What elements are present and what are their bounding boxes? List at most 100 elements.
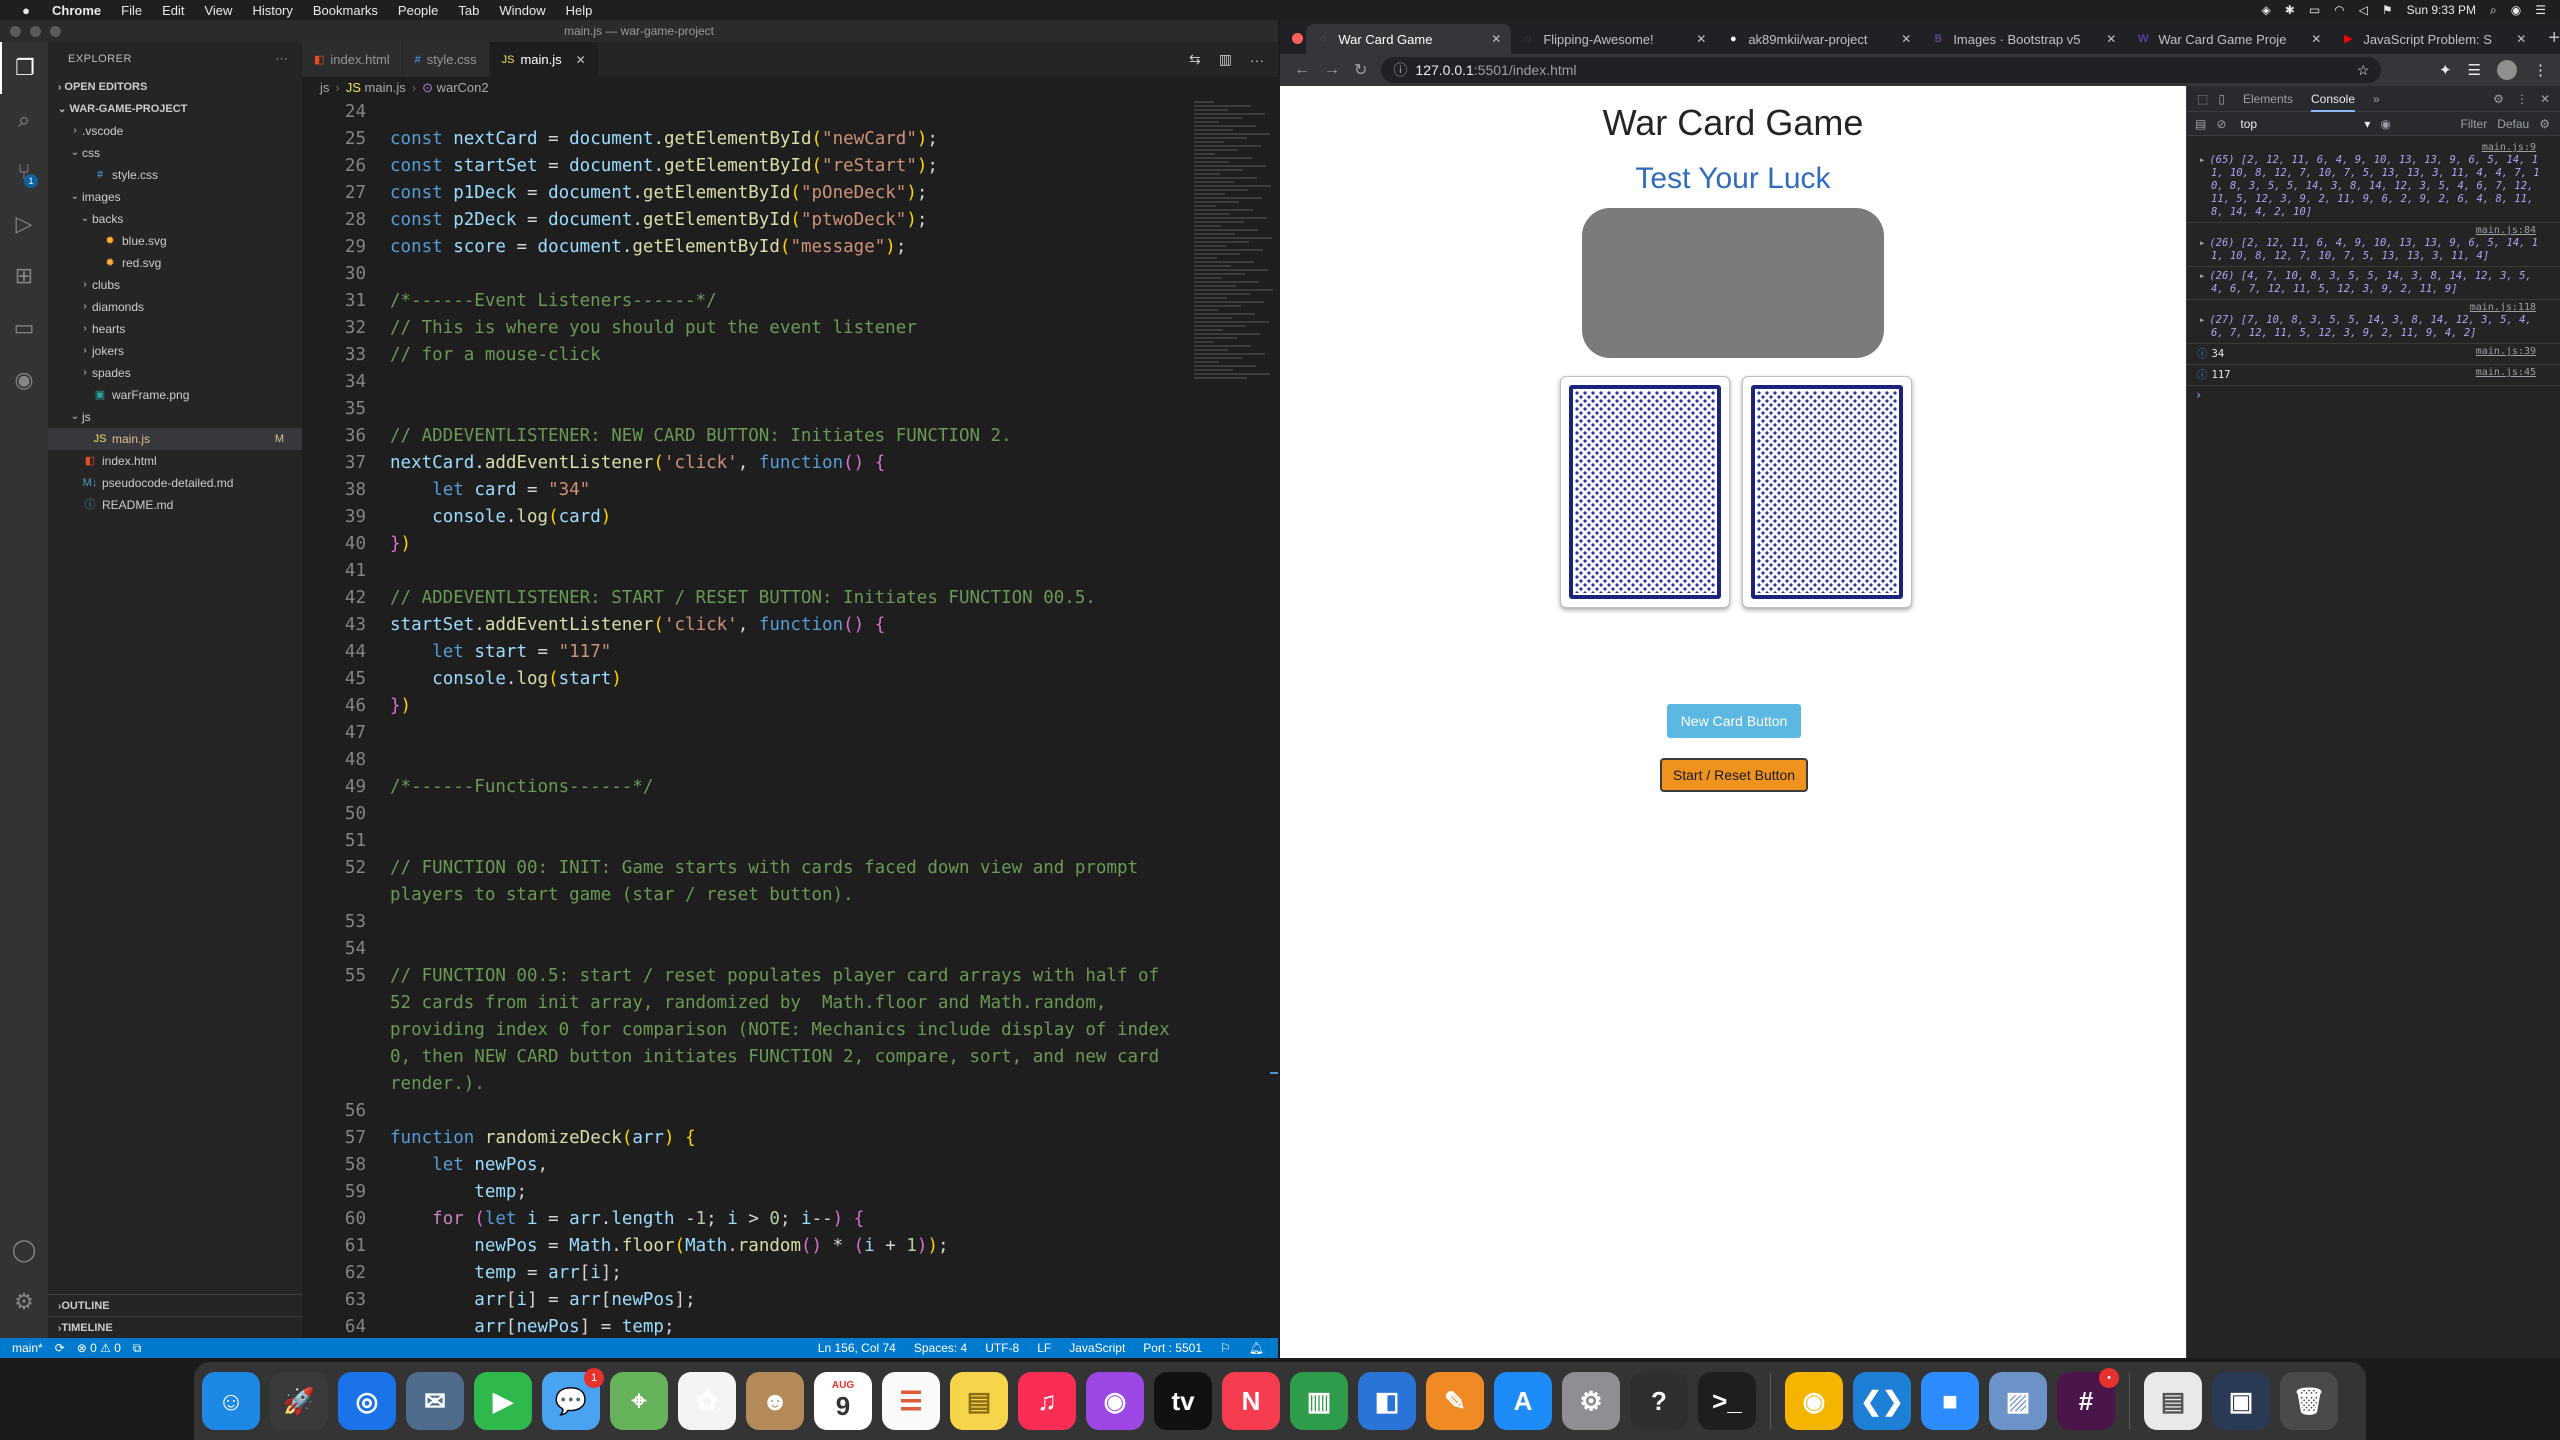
- system-preferences-icon[interactable]: ⚙: [1562, 1372, 1620, 1430]
- news-icon[interactable]: N: [1222, 1372, 1280, 1430]
- account-icon[interactable]: ◯: [0, 1224, 48, 1276]
- manage-gear-icon[interactable]: ⚙: [0, 1276, 48, 1328]
- sync-icon[interactable]: ⟳: [55, 1341, 65, 1355]
- close-tab-icon[interactable]: ✕: [2311, 32, 2321, 46]
- more-actions-icon[interactable]: ···: [276, 42, 289, 76]
- tab-style-css[interactable]: # style.css: [402, 42, 490, 77]
- code-line[interactable]: 35: [302, 396, 1192, 423]
- facetime-icon[interactable]: ▶: [474, 1372, 532, 1430]
- folder-item[interactable]: ⌄ images: [48, 186, 302, 208]
- numbers-icon[interactable]: ▥: [1290, 1372, 1348, 1430]
- folder-item[interactable]: › diamonds: [48, 296, 302, 318]
- devtools-settings-gear-icon[interactable]: ⚙: [2493, 92, 2504, 106]
- spotify-icon[interactable]: ◉: [0, 354, 48, 406]
- menu-history[interactable]: History: [252, 3, 292, 18]
- battery-icon[interactable]: ▭: [2309, 3, 2320, 17]
- code-editor[interactable]: 24 25 const nextCard = document.getElement…: [302, 99, 1192, 1338]
- code-line[interactable]: 51: [302, 828, 1192, 855]
- code-line[interactable]: 36 // ADDEVENTLISTENER: NEW CARD BUTTON: …: [302, 423, 1192, 450]
- folder-item[interactable]: ⌄ css: [48, 142, 302, 164]
- console-filter-input[interactable]: Filter: [2461, 117, 2488, 131]
- code-line[interactable]: 63 arr[i] = arr[newPos];: [302, 1287, 1192, 1314]
- zoom-icon[interactable]: ■: [1921, 1372, 1979, 1430]
- code-line[interactable]: 42 // ADDEVENTLISTENER: START / RESET BUT…: [302, 585, 1192, 612]
- open-editors-section[interactable]: › OPEN EDITORS: [48, 76, 302, 98]
- tab-elements[interactable]: Elements: [2243, 86, 2293, 112]
- browser-tab[interactable]: B Images · Bootstrap v5 ✕: [1921, 24, 2126, 54]
- source-link[interactable]: main.js:9: [2482, 142, 2536, 153]
- preview-icon[interactable]: ▨: [1989, 1372, 2047, 1430]
- code-line[interactable]: 39 console.log(card): [302, 504, 1192, 531]
- git-branch[interactable]: main*: [12, 1341, 43, 1355]
- profile-avatar[interactable]: [2497, 60, 2517, 80]
- chrome-menu-icon[interactable]: ⋮: [2533, 61, 2548, 79]
- code-line[interactable]: 28 const p2Deck = document.getElementById…: [302, 207, 1192, 234]
- close-tab-icon[interactable]: ✕: [1491, 32, 1501, 46]
- feedback-icon[interactable]: ⚐: [1220, 1341, 1231, 1355]
- code-line[interactable]: 38 let card = "34": [302, 477, 1192, 504]
- folder-item[interactable]: › jokers: [48, 340, 302, 362]
- file-item[interactable]: ✹ red.svg: [48, 252, 302, 274]
- breadcrumb-file[interactable]: main.js: [365, 80, 406, 95]
- search-icon[interactable]: ⌕: [0, 94, 48, 146]
- file-item[interactable]: M↓ pseudocode-detailed.md: [48, 472, 302, 494]
- code-line[interactable]: 27 const p1Deck = document.getElementById…: [302, 180, 1192, 207]
- menu-app-name[interactable]: Chrome: [52, 3, 101, 18]
- code-line[interactable]: 54: [302, 936, 1192, 963]
- browser-tab[interactable]: ◌ War Card Game ✕: [1306, 24, 1512, 54]
- code-line[interactable]: 43 startSet.addEventListener('click', fun…: [302, 612, 1192, 639]
- reading-list-icon[interactable]: ☰: [2468, 61, 2481, 79]
- file-item[interactable]: ▣ warFrame.png: [48, 384, 302, 406]
- encoding[interactable]: UTF-8: [985, 1341, 1019, 1355]
- expand-triangle-icon[interactable]: ▸: [2199, 237, 2205, 249]
- info-icon[interactable]: ⓘ: [1393, 60, 1407, 80]
- menu-window[interactable]: Window: [499, 3, 545, 18]
- podcasts-icon[interactable]: ◉: [1086, 1372, 1144, 1430]
- split-editor-icon[interactable]: ▥: [1219, 51, 1232, 68]
- run-debug-icon[interactable]: ▷: [0, 198, 48, 250]
- flag-icon[interactable]: ⚑: [2382, 3, 2393, 17]
- slack-icon[interactable]: # •: [2057, 1368, 2119, 1430]
- code-line[interactable]: 58 let newPos,: [302, 1152, 1192, 1179]
- file-item[interactable]: JS main.js M: [48, 428, 302, 450]
- zoom-window-button[interactable]: [50, 26, 61, 37]
- doc-stack-icon[interactable]: ▤: [2144, 1372, 2202, 1430]
- console-message[interactable]: ▸ (26) [4, 7, 10, 8, 3, 5, 5, 14, 3, 8, 1…: [2187, 267, 2560, 300]
- console-prompt[interactable]: ›: [2187, 386, 2560, 404]
- control-center-icon[interactable]: ☰: [2535, 3, 2546, 17]
- timeline-section[interactable]: ›TIMELINE: [48, 1316, 302, 1338]
- folder-item[interactable]: › hearts: [48, 318, 302, 340]
- menu-clock[interactable]: Sun 9:33 PM: [2407, 3, 2476, 17]
- code-line[interactable]: 26 const startSet = document.getElementBy…: [302, 153, 1192, 180]
- expand-triangle-icon[interactable]: ▸: [2199, 154, 2205, 166]
- code-line[interactable]: 64 arr[newPos] = temp;: [302, 1314, 1192, 1338]
- code-line[interactable]: 24: [302, 99, 1192, 126]
- code-line[interactable]: 41: [302, 558, 1192, 585]
- cursor-position[interactable]: Ln 156, Col 74: [818, 1341, 896, 1355]
- code-line[interactable]: 49 /*------Functions------*/: [302, 774, 1192, 801]
- tv-icon[interactable]: tv: [1154, 1372, 1212, 1430]
- back-arrow-icon[interactable]: ←: [1294, 61, 1310, 79]
- code-line[interactable]: 47: [302, 720, 1192, 747]
- trash-icon[interactable]: 🗑: [2280, 1372, 2338, 1430]
- tab-console[interactable]: Console: [2310, 86, 2356, 112]
- code-line[interactable]: 52 // FUNCTION 00: INIT: Game starts with…: [302, 855, 1192, 909]
- folder-item[interactable]: › spades: [48, 362, 302, 384]
- log-levels-dropdown[interactable]: Defau: [2497, 117, 2529, 131]
- devtools-close-icon[interactable]: ✕: [2540, 92, 2550, 106]
- menu-tab[interactable]: Tab: [458, 3, 479, 18]
- code-line[interactable]: 33 // for a mouse-click: [302, 342, 1192, 369]
- outline-section[interactable]: ›OUTLINE: [48, 1294, 302, 1316]
- compare-changes-icon[interactable]: ⇆: [1189, 51, 1201, 68]
- close-tab-icon[interactable]: ✕: [576, 53, 586, 67]
- menu-file[interactable]: File: [121, 3, 142, 18]
- code-line[interactable]: 29 const score = document.getElementById(…: [302, 234, 1192, 261]
- safari-icon[interactable]: ◎: [338, 1372, 396, 1430]
- siri-icon[interactable]: ◉: [2511, 3, 2521, 17]
- tab-index-html[interactable]: ◧ index.html: [302, 42, 403, 77]
- file-item[interactable]: ✹ blue.svg: [48, 230, 302, 252]
- breadcrumb-folder[interactable]: js: [320, 80, 329, 95]
- code-line[interactable]: 25 const nextCard = document.getElementBy…: [302, 126, 1192, 153]
- pages-icon[interactable]: ✎: [1426, 1372, 1484, 1430]
- extensions-icon[interactable]: ⊞: [0, 250, 48, 302]
